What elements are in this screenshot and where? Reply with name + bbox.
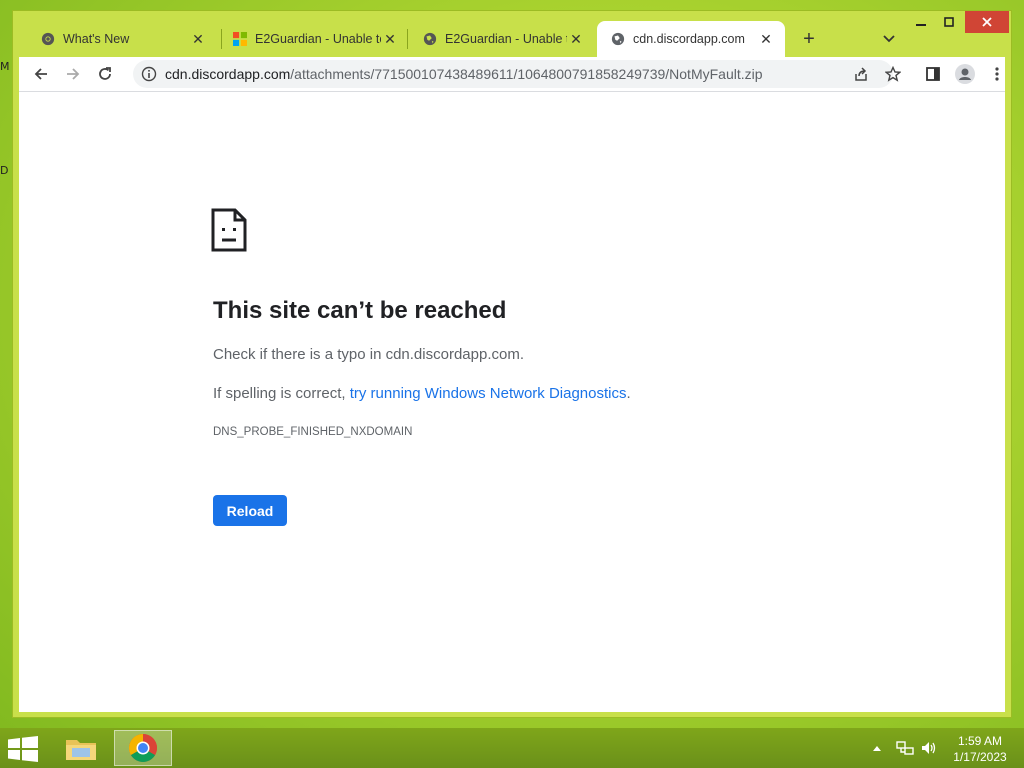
error-suggestion-typo: Check if there is a typo in cdn.discorda… bbox=[213, 346, 524, 363]
taskbar-clock[interactable]: 1:59 AM 1/17/2023 bbox=[942, 733, 1018, 765]
chevron-down-icon bbox=[883, 35, 895, 43]
minimize-button[interactable] bbox=[907, 11, 935, 33]
close-window-button[interactable] bbox=[965, 11, 1009, 33]
folder-icon bbox=[66, 740, 96, 760]
side-panel-button[interactable] bbox=[919, 60, 947, 88]
sad-document-icon bbox=[211, 208, 247, 252]
close-tab-icon[interactable]: ✕ bbox=[189, 30, 207, 48]
page-content: This site can’t be reached Check if ther… bbox=[19, 91, 1005, 712]
url-path: /attachments/771500107438489611/10648007… bbox=[290, 66, 763, 82]
volume-tray-button[interactable] bbox=[920, 728, 938, 768]
arrow-left-icon bbox=[34, 68, 47, 80]
browser-toolbar: cdn.discordapp.com/attachments/771500107… bbox=[19, 57, 1005, 91]
close-tab-icon[interactable]: ✕ bbox=[757, 30, 775, 48]
reload-page-button[interactable]: Reload bbox=[213, 495, 287, 526]
error-title: This site can’t be reached bbox=[213, 297, 507, 324]
chrome-icon bbox=[41, 32, 55, 46]
tab-title: cdn.discordapp.com bbox=[633, 32, 745, 46]
close-icon bbox=[982, 17, 992, 27]
clock-time: 1:59 AM bbox=[957, 734, 1003, 748]
taskbar: 1:59 AM 1/17/2023 bbox=[0, 728, 1024, 768]
speaker-icon bbox=[922, 742, 936, 754]
tab-strip: What's New ✕ E2Guardian - Unable to ✕ E2… bbox=[13, 11, 1011, 57]
side-panel-icon bbox=[926, 67, 940, 81]
globe-icon bbox=[611, 32, 625, 46]
tab-cdn-discordapp[interactable]: cdn.discordapp.com ✕ bbox=[597, 21, 785, 57]
share-button[interactable] bbox=[847, 60, 875, 88]
error-suggestion-diagnostics: If spelling is correct, try running Wind… bbox=[213, 385, 631, 402]
globe-icon bbox=[423, 32, 437, 46]
tab-whats-new[interactable]: What's New ✕ bbox=[27, 21, 217, 57]
tab-search-button[interactable] bbox=[877, 27, 901, 51]
tab-title: E2Guardian - Unable to bbox=[255, 32, 381, 46]
tab-e2guardian-2[interactable]: E2Guardian - Unable to ✕ bbox=[409, 21, 595, 57]
arrow-right-icon bbox=[67, 68, 80, 80]
show-hidden-icons-button[interactable] bbox=[872, 728, 882, 768]
refresh-icon bbox=[99, 67, 111, 80]
network-tray-button[interactable] bbox=[896, 728, 914, 768]
taskbar-google-chrome[interactable] bbox=[114, 730, 172, 766]
close-tab-icon[interactable]: ✕ bbox=[567, 30, 585, 48]
clock-date: 1/17/2023 bbox=[953, 750, 1007, 764]
back-button[interactable] bbox=[27, 60, 55, 88]
url-host: cdn.discordapp.com bbox=[165, 66, 291, 82]
tab-e2guardian-1[interactable]: E2Guardian - Unable to ✕ bbox=[219, 21, 409, 57]
minimize-icon bbox=[916, 24, 926, 26]
maximize-icon bbox=[944, 17, 954, 27]
desktop-icon-label-partial: D bbox=[0, 164, 9, 177]
info-icon[interactable] bbox=[141, 66, 157, 82]
taskbar-file-explorer[interactable] bbox=[52, 730, 110, 766]
error-code: DNS_PROBE_FINISHED_NXDOMAIN bbox=[213, 426, 413, 438]
profile-button[interactable] bbox=[951, 60, 979, 88]
new-tab-button[interactable]: + bbox=[797, 27, 821, 51]
chevron-up-icon bbox=[873, 746, 881, 751]
bookmark-button[interactable] bbox=[879, 60, 907, 88]
windows-start-icon[interactable] bbox=[8, 736, 38, 762]
reload-button[interactable] bbox=[91, 60, 119, 88]
desktop-icon-label-partial: M bbox=[0, 60, 10, 73]
tab-divider bbox=[407, 29, 408, 49]
diagnostics-prefix: If spelling is correct, bbox=[213, 385, 350, 402]
diagnostics-suffix: . bbox=[626, 385, 631, 402]
network-wired-icon bbox=[896, 741, 914, 755]
windows-logo-icon bbox=[233, 32, 247, 46]
close-tab-icon[interactable]: ✕ bbox=[381, 30, 399, 48]
url-text: cdn.discordapp.com/attachments/771500107… bbox=[165, 66, 763, 82]
star-icon bbox=[885, 66, 901, 82]
avatar-icon bbox=[955, 64, 975, 84]
network-diagnostics-link[interactable]: try running Windows Network Diagnostics bbox=[350, 385, 627, 402]
tab-title: E2Guardian - Unable to bbox=[445, 32, 567, 46]
browser-window: What's New ✕ E2Guardian - Unable to ✕ E2… bbox=[12, 10, 1012, 718]
menu-button[interactable] bbox=[983, 60, 1011, 88]
share-icon bbox=[855, 67, 867, 81]
chrome-icon bbox=[129, 734, 157, 762]
forward-button[interactable] bbox=[59, 60, 87, 88]
kebab-menu-icon bbox=[995, 67, 999, 81]
tab-title: What's New bbox=[63, 32, 130, 46]
maximize-button[interactable] bbox=[935, 11, 963, 33]
address-bar[interactable]: cdn.discordapp.com/attachments/771500107… bbox=[133, 60, 893, 88]
